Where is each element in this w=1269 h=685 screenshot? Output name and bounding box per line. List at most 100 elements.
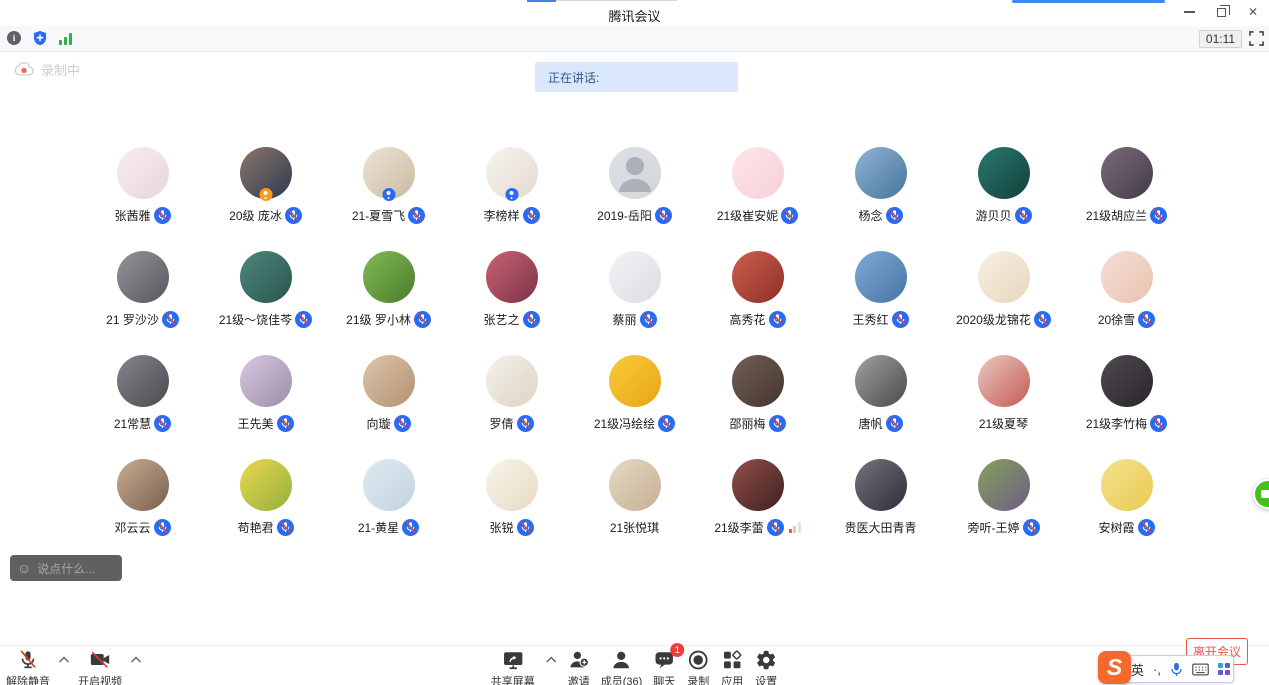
participant-tile[interactable]: 罗倩 [450, 355, 573, 459]
role-badge [505, 188, 518, 201]
apps-button[interactable]: 应用 [720, 649, 744, 685]
participant-name: 21级李蕾 [714, 519, 763, 536]
participant-tile[interactable]: 2020级龙锦花 [942, 251, 1065, 355]
participant-tile[interactable]: 苟艳君 [204, 459, 327, 563]
participant-tile[interactable]: 贵医大田青青 [819, 459, 942, 563]
settings-button[interactable]: 设置 [754, 649, 778, 685]
participant-avatar [363, 147, 415, 199]
participant-avatar [978, 147, 1030, 199]
participant-tile[interactable]: 高秀花 [696, 251, 819, 355]
participant-tile[interactable]: 游贝贝 [942, 147, 1065, 251]
ime-sogou-logo[interactable]: S [1098, 651, 1131, 684]
participant-tile[interactable]: 向璇 [327, 355, 450, 459]
participant-tile[interactable]: 王秀红 [819, 251, 942, 355]
ime-voice-icon[interactable] [1170, 662, 1183, 677]
participant-tile[interactable]: 蔡丽 [573, 251, 696, 355]
participant-tile[interactable]: 2019-岳阳 [573, 147, 696, 251]
security-shield-icon[interactable] [32, 30, 48, 46]
participant-avatar [117, 147, 169, 199]
emoji-icon[interactable]: ☺ [17, 561, 31, 575]
meeting-info-icon[interactable]: i [7, 31, 21, 45]
record-button[interactable]: 录制 [686, 649, 710, 685]
participant-tile[interactable]: 21级李竹梅 [1065, 355, 1188, 459]
share-screen-icon [501, 649, 525, 671]
participant-tile[interactable]: 20级 庞冰 [204, 147, 327, 251]
share-options-chevron[interactable] [545, 655, 557, 665]
participant-avatar [363, 355, 415, 407]
participant-tile[interactable]: 唐帆 [819, 355, 942, 459]
participant-tile[interactable]: 安树霞 [1065, 459, 1188, 563]
ime-punctuation-toggle[interactable]: ·, [1153, 662, 1161, 677]
speaking-label: 正在讲话: [548, 69, 599, 86]
mic-options-chevron[interactable] [58, 655, 70, 665]
ime-language-toggle[interactable]: 英 [1131, 660, 1144, 679]
chat-button[interactable]: 1 聊天 [652, 649, 676, 685]
participant-tile[interactable]: 20徐雪 [1065, 251, 1188, 355]
participant-muted-mic-icon [1150, 207, 1167, 224]
participant-tile[interactable]: 21-黄星 [327, 459, 450, 563]
quick-chat-input[interactable]: ☺ 说点什么... [10, 555, 122, 581]
participant-muted-mic-icon [517, 415, 534, 432]
participant-name: 21级李竹梅 [1086, 415, 1147, 432]
participant-muted-mic-icon [523, 207, 540, 224]
participant-tile[interactable]: 21 罗沙沙 [81, 251, 204, 355]
network-quality-icon[interactable] [59, 32, 72, 45]
participant-muted-mic-icon [402, 519, 419, 536]
participant-avatar [1101, 251, 1153, 303]
close-button[interactable]: ✕ [1245, 4, 1261, 20]
participant-avatar [240, 355, 292, 407]
participant-name: 21级冯绘绘 [594, 415, 655, 432]
participant-tile[interactable]: 旁听-王婷 [942, 459, 1065, 563]
record-icon [686, 649, 710, 671]
participant-tile[interactable]: 张茜雅 [81, 147, 204, 251]
members-button[interactable]: 成员(36) [601, 649, 643, 685]
start-video-button[interactable]: 开启视频 [78, 649, 122, 685]
participant-tile[interactable]: 李榜样 [450, 147, 573, 251]
participant-muted-mic-icon [767, 519, 784, 536]
restore-button[interactable] [1213, 4, 1229, 20]
participant-tile[interactable]: 邵丽梅 [696, 355, 819, 459]
participant-name: 罗倩 [489, 415, 513, 432]
participant-tile[interactable]: 21常慧 [81, 355, 204, 459]
participant-name: 2020级龙锦花 [956, 311, 1031, 328]
participant-tile[interactable]: 21级 罗小林 [327, 251, 450, 355]
participant-network-icon [789, 522, 801, 533]
speaking-indicator: 正在讲话: [535, 62, 738, 92]
apps-label: 应用 [721, 673, 743, 685]
participant-tile[interactable]: 21级胡应兰 [1065, 147, 1188, 251]
participant-avatar [117, 251, 169, 303]
minimize-button[interactable] [1181, 4, 1197, 20]
ime-keyboard-icon[interactable] [1192, 663, 1209, 676]
participant-tile[interactable]: 21-夏雪飞 [327, 147, 450, 251]
participant-tile[interactable]: 21级崔安妮 [696, 147, 819, 251]
participant-tile[interactable]: 张艺之 [450, 251, 573, 355]
participant-name: 张艺之 [483, 311, 519, 328]
participant-tile[interactable]: 张锐 [450, 459, 573, 563]
participant-muted-mic-icon [277, 519, 294, 536]
participant-tile[interactable]: 21级冯绘绘 [573, 355, 696, 459]
participant-tile[interactable]: 王先美 [204, 355, 327, 459]
video-options-chevron[interactable] [130, 655, 142, 665]
share-screen-label: 共享屏幕 [491, 673, 535, 685]
ime-menu-icon[interactable] [1218, 663, 1230, 675]
participant-tile[interactable]: 21级～饶佳芩 [204, 251, 327, 355]
unmute-button[interactable]: 解除静音 [6, 649, 50, 685]
invite-button[interactable]: 邀请 [567, 649, 591, 685]
participant-tile[interactable]: 邓云云 [81, 459, 204, 563]
participant-muted-mic-icon [892, 311, 909, 328]
participant-muted-mic-icon [781, 207, 798, 224]
background-tab-strip [527, 0, 556, 2]
participant-muted-mic-icon [640, 311, 657, 328]
participant-tile[interactable]: 21级李蕾 [696, 459, 819, 563]
floating-assistant-button[interactable] [1253, 479, 1269, 509]
participant-avatar [1101, 147, 1153, 199]
participant-tile[interactable]: 21级夏琴 [942, 355, 1065, 459]
participant-muted-mic-icon [394, 415, 411, 432]
participant-tile[interactable]: 21张悦琪 [573, 459, 696, 563]
members-label: 成员(36) [601, 673, 643, 685]
ime-toolbar[interactable]: 英 ·, [1116, 655, 1234, 683]
share-screen-button[interactable]: 共享屏幕 [491, 649, 535, 685]
fullscreen-icon[interactable] [1249, 31, 1264, 46]
participant-tile[interactable]: 杨念 [819, 147, 942, 251]
participant-name: 贵医大田青青 [844, 519, 916, 536]
